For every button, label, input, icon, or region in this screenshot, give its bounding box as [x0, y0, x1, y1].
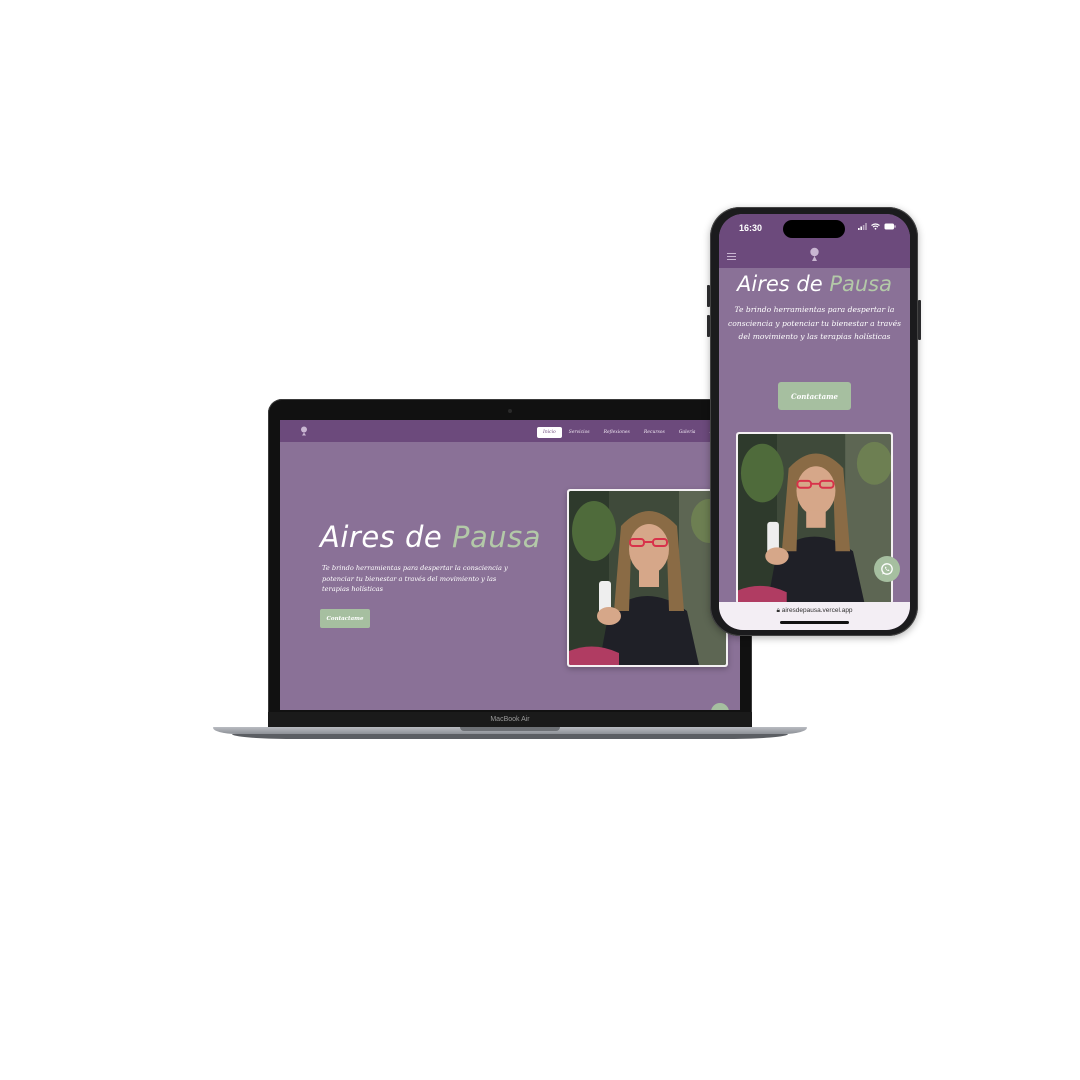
hero-title: Aires de Pausa: [719, 272, 910, 296]
laptop-camera: [508, 409, 512, 413]
nav-item-servicios[interactable]: Servicios: [562, 428, 597, 437]
url-label: airesdepausa.vercel.app: [781, 607, 853, 614]
hero-photo: [738, 434, 891, 604]
whatsapp-icon: [881, 563, 893, 575]
status-icons: [858, 223, 896, 230]
url-text: 🔒︎ airesdepausa.vercel.app: [719, 607, 910, 615]
desktop-navbar: Inicio Servicios Reflexiones Recursos Ga…: [280, 420, 740, 442]
laptop-opening-notch: [460, 727, 560, 731]
phone-volume-up-button: [707, 285, 710, 307]
phone-power-button: [918, 300, 921, 340]
hero-photo-frame: [736, 432, 893, 604]
status-time: 16:30: [739, 223, 763, 233]
whatsapp-icon[interactable]: [711, 703, 729, 710]
hamburger-icon[interactable]: [727, 253, 736, 260]
whatsapp-button[interactable]: [874, 556, 900, 582]
laptop-model-label: MacBook Air: [490, 716, 530, 723]
contact-button[interactable]: Contactame: [778, 382, 851, 410]
hero-subtitle: Te brindo herramientas para despertar la…: [727, 305, 901, 341]
nav-item-inicio[interactable]: Inicio: [536, 426, 562, 438]
hero-title-accent: Pausa: [829, 272, 892, 296]
hero-title-main: Aires de: [737, 272, 823, 296]
contact-button[interactable]: Contactame: [320, 609, 370, 628]
phone-screen: 16:30 Aires de Pausa Te brindo herramien…: [719, 214, 910, 630]
phone-volume-down-button: [707, 315, 710, 337]
phone-status-bar: 16:30: [719, 214, 910, 244]
hero-title-main: Aires de: [320, 520, 443, 554]
hero-title: Aires de Pausa: [320, 520, 541, 554]
logo-icon[interactable]: [809, 247, 820, 262]
hero-subtitle: Te brindo herramientas para despertar la…: [322, 564, 508, 593]
dynamic-island: [783, 220, 845, 238]
nav-item-galeria[interactable]: Galería: [672, 428, 703, 437]
nav-item-recursos[interactable]: Recursos: [637, 428, 672, 437]
home-indicator[interactable]: [780, 621, 849, 624]
hero-photo-frame: [567, 489, 728, 667]
laptop-screen: Inicio Servicios Reflexiones Recursos Ga…: [280, 420, 740, 710]
hero-photo: [569, 491, 726, 665]
wifi-icon: [871, 223, 880, 230]
mobile-header: [719, 244, 910, 268]
lock-icon: 🔒︎: [776, 607, 780, 614]
laptop-foot: [232, 734, 788, 739]
battery-icon: [884, 223, 896, 230]
hero-title-accent: Pausa: [451, 520, 541, 554]
browser-url-bar[interactable]: 🔒︎ airesdepausa.vercel.app: [719, 602, 910, 630]
signal-icon: [858, 223, 867, 230]
logo-icon[interactable]: [299, 426, 309, 436]
nav-item-reflexiones[interactable]: Reflexiones: [597, 428, 637, 437]
